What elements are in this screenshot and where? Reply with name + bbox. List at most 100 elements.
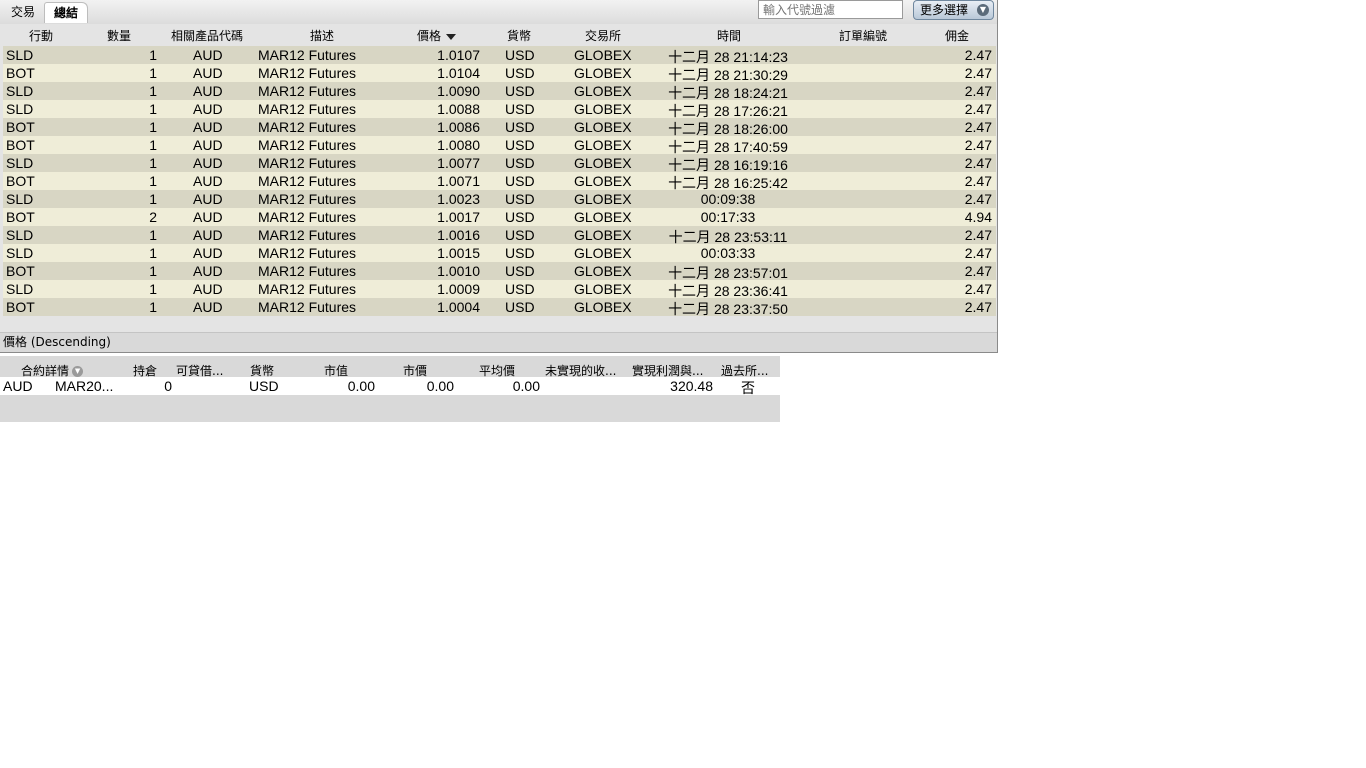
trade-action: BOT <box>6 65 35 81</box>
trade-exchange: GLOBEX <box>574 191 632 207</box>
trade-action: SLD <box>6 281 34 297</box>
trades-header: 行動 數量 相關產品代碼 描述 價格 貨幣 交易所 時間 訂單編號 佣金 <box>0 24 997 46</box>
trade-commission: 2.47 <box>964 263 992 279</box>
trade-qty: 1 <box>149 83 157 99</box>
col-action[interactable]: 行動 <box>29 27 53 44</box>
trade-symbol: AUD <box>193 101 223 117</box>
trade-exchange: GLOBEX <box>574 137 632 153</box>
trade-desc: MAR12 Futures <box>258 299 357 315</box>
trade-currency: USD <box>505 83 535 99</box>
table-row[interactable]: BOT 1 AUD MAR12 Futures 1.0104 USD GLOBEX 十二月 2… <box>3 64 996 83</box>
trade-currency: USD <box>505 245 535 261</box>
trade-price: 1.0090 <box>437 83 480 99</box>
col-currency[interactable]: 貨幣 <box>507 27 531 44</box>
trade-desc: MAR12 Futures <box>258 119 357 135</box>
trade-currency: USD <box>505 191 535 207</box>
col-qty[interactable]: 數量 <box>107 27 131 44</box>
trade-price: 1.0017 <box>437 209 480 225</box>
more-options-button[interactable]: 更多選擇 ▼ <box>913 0 994 20</box>
trade-desc: MAR12 Futures <box>258 65 357 81</box>
trade-price: 1.0010 <box>437 263 480 279</box>
table-row[interactable]: BOT 1 AUD MAR12 Futures 1.0086 USD GLOBEX 十二月 2… <box>3 118 996 137</box>
table-row[interactable]: SLD 1 AUD MAR12 Futures 1.0090 USD GLOBEX 十二月 2… <box>3 82 996 101</box>
trade-currency: USD <box>505 173 535 189</box>
trade-exchange: GLOBEX <box>574 155 632 171</box>
portfolio-currency: USD <box>249 378 279 394</box>
table-row[interactable]: BOT 2 AUD MAR12 Futures 1.0017 USD GLOBEX 00:17… <box>3 208 996 226</box>
tab-summary[interactable]: 總結 <box>44 2 88 23</box>
trade-commission: 2.47 <box>964 119 992 135</box>
trade-currency: USD <box>505 65 535 81</box>
table-row[interactable]: SLD 1 AUD MAR12 Futures 1.0016 USD GLOBEX 十二月 2… <box>3 226 996 245</box>
trade-price: 1.0088 <box>437 101 480 117</box>
trade-qty: 1 <box>149 65 157 81</box>
trade-symbol: AUD <box>193 65 223 81</box>
portfolio-symbol: AUD <box>3 378 33 394</box>
info-icon[interactable]: ▼ <box>72 366 84 377</box>
trade-commission: 4.94 <box>964 209 992 225</box>
col-desc[interactable]: 描述 <box>310 27 334 44</box>
trade-action: BOT <box>6 263 35 279</box>
trade-symbol: AUD <box>193 263 223 279</box>
table-row[interactable]: SLD 1 AUD MAR12 Futures 1.0107 USD GLOBEX 十二月 2… <box>3 46 996 65</box>
chevron-down-icon: ▼ <box>977 4 989 16</box>
trade-exchange: GLOBEX <box>574 281 632 297</box>
table-row[interactable]: BOT 1 AUD MAR12 Futures 1.0071 USD GLOBEX 十二月 2… <box>3 172 996 191</box>
trade-action: SLD <box>6 155 34 171</box>
col-price[interactable]: 價格 <box>417 27 457 44</box>
trade-action: SLD <box>6 101 34 117</box>
col-time[interactable]: 時間 <box>717 27 741 44</box>
trade-commission: 2.47 <box>964 65 992 81</box>
trade-desc: MAR12 Futures <box>258 209 357 225</box>
tab-trades[interactable]: 交易 <box>3 2 43 22</box>
table-row[interactable]: SLD 1 AUD MAR12 Futures 1.0009 USD GLOBEX 十二月 2… <box>3 280 996 299</box>
table-row[interactable]: BOT 1 AUD MAR12 Futures 1.0010 USD GLOBEX 十二月 2… <box>3 262 996 281</box>
table-row[interactable]: SLD 1 AUD MAR12 Futures 1.0023 USD GLOBEX 00:09… <box>3 190 996 208</box>
table-row[interactable]: BOT 1 AUD MAR12 Futures 1.0004 USD GLOBEX 十二月 2… <box>3 298 996 317</box>
table-row[interactable]: SLD 1 AUD MAR12 Futures 1.0088 USD GLOBEX 十二月 2… <box>3 100 996 119</box>
trade-commission: 2.47 <box>964 101 992 117</box>
table-row[interactable]: SLD 1 AUD MAR12 Futures 1.0077 USD GLOBEX 十二月 2… <box>3 154 996 173</box>
portfolio-panel: 合約詳情 ▼ 持倉 可貸借... 貨幣 市值 市價 平均價 未實現的收... 實現… <box>0 356 780 422</box>
col-order-ref[interactable]: 訂單編號 <box>839 27 887 44</box>
trade-symbol: AUD <box>193 155 223 171</box>
col-exchange[interactable]: 交易所 <box>585 27 621 44</box>
trade-commission: 2.47 <box>964 47 992 63</box>
trade-action: SLD <box>6 245 34 261</box>
trade-time: 00:09:38 <box>700 191 756 207</box>
trade-symbol: AUD <box>193 119 223 135</box>
trade-desc: MAR12 Futures <box>258 263 357 279</box>
table-row[interactable]: SLD 1 AUD MAR12 Futures 1.0015 USD GLOBEX 00:03… <box>3 244 996 262</box>
trade-symbol: AUD <box>193 281 223 297</box>
portfolio-realized: 320.48 <box>670 378 713 394</box>
trade-symbol: AUD <box>193 227 223 243</box>
trade-commission: 2.47 <box>964 83 992 99</box>
trade-qty: 1 <box>149 173 157 189</box>
trade-exchange: GLOBEX <box>574 83 632 99</box>
trade-desc: MAR12 Futures <box>258 137 357 153</box>
trade-price: 1.0009 <box>437 281 480 297</box>
trade-qty: 1 <box>149 137 157 153</box>
trade-exchange: GLOBEX <box>574 47 632 63</box>
symbol-filter-input[interactable] <box>758 0 903 19</box>
trade-symbol: AUD <box>193 173 223 189</box>
trade-qty: 2 <box>149 209 157 225</box>
trade-desc: MAR12 Futures <box>258 227 357 243</box>
trade-symbol: AUD <box>193 47 223 63</box>
trade-action: BOT <box>6 119 35 135</box>
table-row[interactable]: BOT 1 AUD MAR12 Futures 1.0080 USD GLOBEX 十二月 2… <box>3 136 996 155</box>
portfolio-past: 否 <box>741 380 755 396</box>
trade-qty: 1 <box>149 155 157 171</box>
trade-commission: 2.47 <box>964 191 992 207</box>
trade-commission: 2.47 <box>964 281 992 297</box>
trade-currency: USD <box>505 119 535 135</box>
trade-symbol: AUD <box>193 191 223 207</box>
trade-desc: MAR12 Futures <box>258 47 357 63</box>
portfolio-position: 0 <box>164 378 172 394</box>
trade-exchange: GLOBEX <box>574 299 632 315</box>
col-symbol[interactable]: 相關產品代碼 <box>171 27 243 44</box>
col-commission[interactable]: 佣金 <box>945 27 969 44</box>
status-bar: 價格 (Descending) <box>0 332 997 352</box>
trade-desc: MAR12 Futures <box>258 83 357 99</box>
portfolio-row[interactable]: AUD MAR20... 0 USD 0.00 0.00 0.00 320.48… <box>0 377 780 396</box>
